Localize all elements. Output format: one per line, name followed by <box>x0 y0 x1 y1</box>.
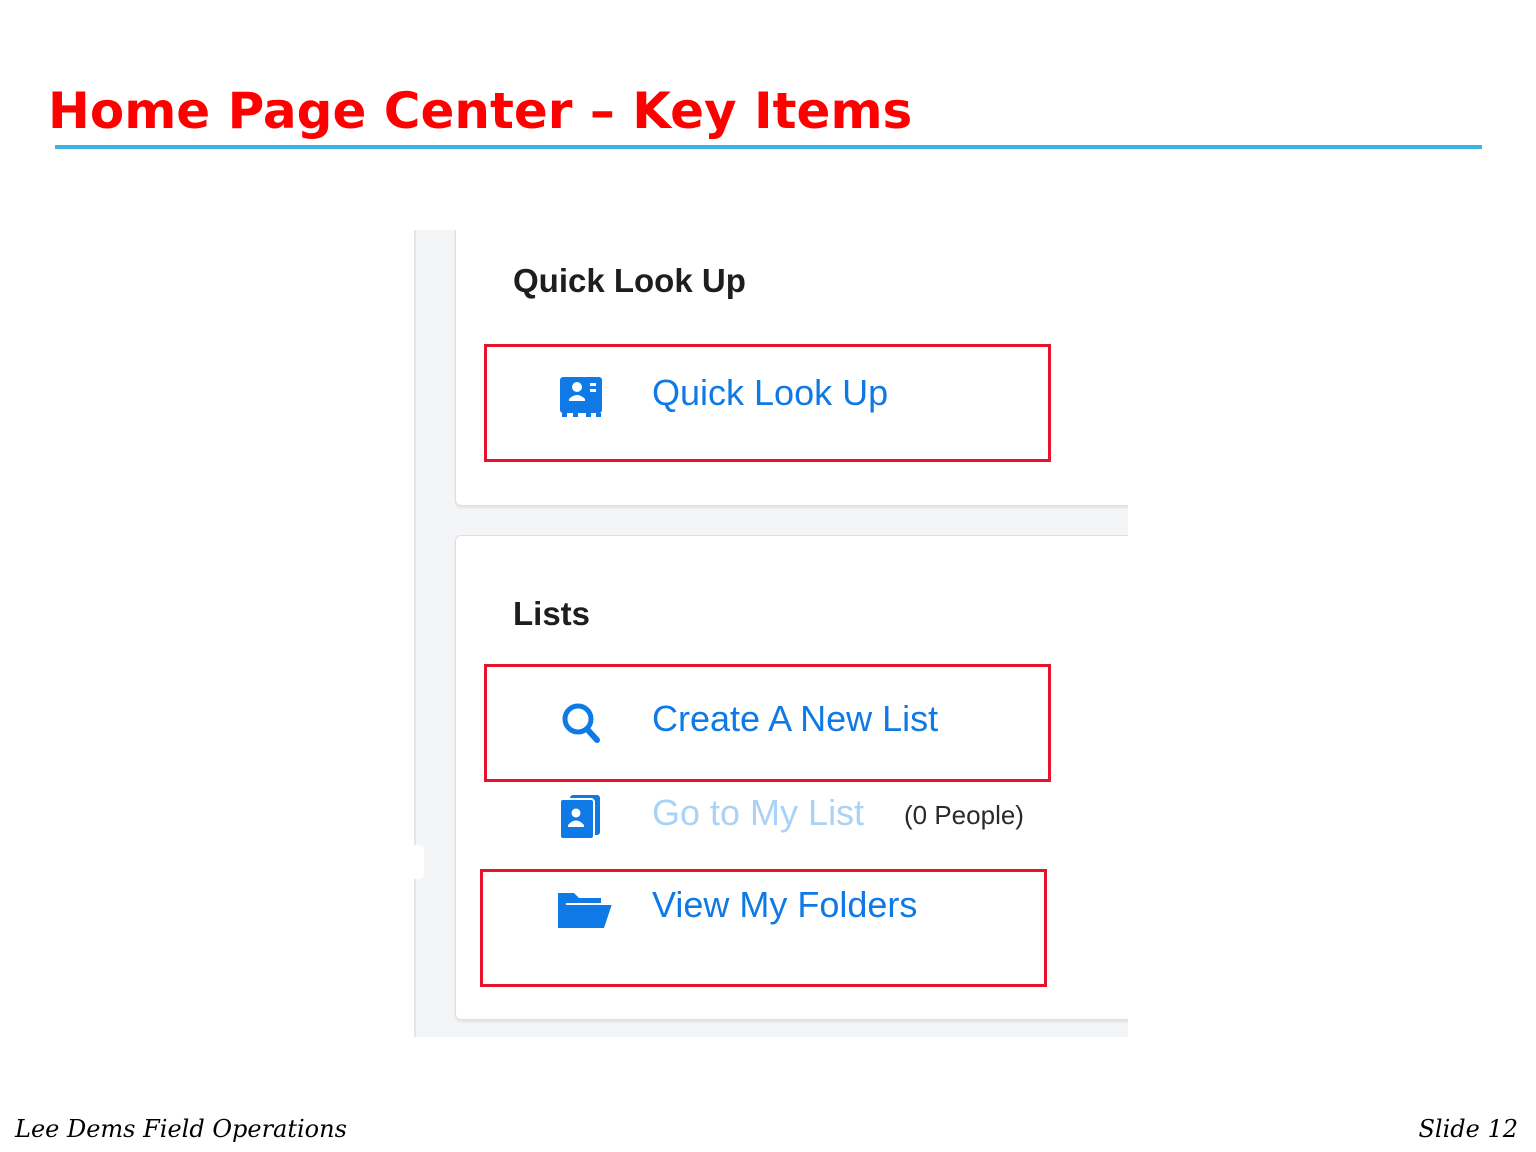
quick-look-up-label: Quick Look Up <box>652 372 889 413</box>
footer-organization: Lee Dems Field Operations <box>15 1115 347 1143</box>
people-count: (0 People) <box>904 800 1024 830</box>
contact-card-icon <box>556 375 604 419</box>
go-to-my-list-label: Go to My List <box>652 792 865 833</box>
slide-number: Slide 12 <box>1418 1115 1518 1143</box>
panel-edge <box>414 230 416 1037</box>
folder-open-icon <box>556 887 612 931</box>
quick-look-up-heading: Quick Look Up <box>513 262 746 299</box>
view-my-folders-link[interactable]: View My Folders <box>456 877 1128 937</box>
quick-look-up-card: Quick Look Up Quick Look Up <box>455 230 1128 506</box>
slide-title: Home Page Center – Key Items <box>48 82 913 140</box>
home-page-center-panel: Quick Look Up Quick Look Up Lists Create… <box>414 230 1128 1037</box>
panel-notch <box>414 845 424 879</box>
contact-book-icon <box>556 795 604 839</box>
view-my-folders-label: View My Folders <box>652 884 918 925</box>
create-new-list-link[interactable]: Create A New List <box>456 691 1128 751</box>
quick-look-up-link[interactable]: Quick Look Up <box>456 365 1128 425</box>
lists-heading: Lists <box>513 595 591 632</box>
go-to-my-list-link[interactable]: Go to My List (0 People) <box>456 785 1128 845</box>
lists-card: Lists Create A New List Go to My List (0… <box>455 535 1128 1020</box>
create-new-list-label: Create A New List <box>652 698 939 739</box>
search-icon <box>556 701 604 745</box>
title-underline <box>55 145 1482 149</box>
